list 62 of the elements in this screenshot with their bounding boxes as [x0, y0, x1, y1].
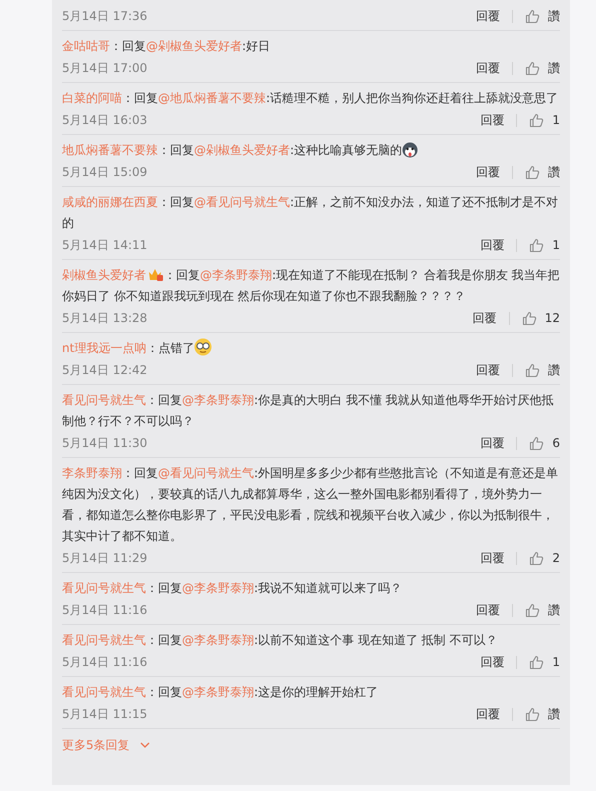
- thumbs-up-icon: [525, 164, 540, 180]
- comment-text: 地瓜焖番薯不要辣：回复@剁椒鱼头爱好者:这种比喻真够无脑的: [62, 140, 560, 161]
- like-button[interactable]: 讚: [525, 362, 560, 378]
- timestamp: 5月14日 17:00: [62, 60, 148, 76]
- like-button[interactable]: 1: [529, 112, 560, 128]
- reply-link[interactable]: 回覆: [480, 654, 504, 670]
- like-button[interactable]: 2: [529, 550, 560, 566]
- timestamp: 5月14日 16:03: [62, 112, 148, 128]
- timestamp: 5月14日 11:30: [62, 434, 148, 452]
- thumbs-up-icon: [529, 654, 544, 670]
- comment-text: 看见问号就生气：回复@李条野泰翔:我说不知道就可以来了吗？: [62, 580, 404, 597]
- comment-text: 金咕咕哥：回复@剁椒鱼头爱好者:好日: [62, 38, 272, 55]
- comment-text: 看见问号就生气：回复@李条野泰翔:这是你的理解开始杠了: [62, 684, 380, 701]
- thumbs-up-icon: [529, 238, 544, 252]
- like-button[interactable]: 讚: [525, 60, 560, 76]
- timestamp: 5月14日 12:42: [62, 362, 148, 378]
- reply-link[interactable]: 回覆: [476, 602, 500, 618]
- like-button[interactable]: 6: [529, 436, 560, 450]
- like-button[interactable]: 讚: [525, 602, 560, 618]
- comment-text: 看见问号就生气：回复@李条野泰翔:以前不知道这个事 现在知道了 抵制 不可以？: [62, 632, 498, 649]
- reply-link[interactable]: 回覆: [476, 8, 500, 24]
- timestamp: 5月14日 14:11: [62, 236, 148, 254]
- timestamp: 5月14日 11:16: [62, 602, 148, 618]
- timestamp: 5月14日 15:09: [62, 164, 148, 180]
- thumbs-up-icon: [529, 112, 544, 128]
- reply-link[interactable]: 回覆: [476, 60, 500, 76]
- thumbs-up-icon: [522, 310, 537, 326]
- chevron-down-icon: [140, 742, 150, 749]
- reply-link[interactable]: 回覆: [476, 164, 500, 180]
- thumbs-up-icon: [525, 8, 540, 24]
- like-button[interactable]: 讚: [525, 8, 560, 24]
- like-button[interactable]: 讚: [525, 164, 560, 180]
- thumbs-up-icon: [529, 550, 544, 566]
- thumbs-up-icon: [525, 706, 540, 722]
- reply-link[interactable]: 回覆: [476, 362, 500, 378]
- timestamp: 5月14日 11:15: [62, 706, 148, 722]
- comment-text: 李条野泰翔：回复@看见问号就生气:外国明星多多少少都有些憨批言论（不知道是有意还是单纯因为没文化），要较真的话八九成都算辱华，这么一整外国电影都别看得了，境外势力一看，都知道怎么整你电影界了，平民没电影看，院线和视频平台收入减少，你以为抵制很牛，其实中计了都不知道。: [62, 465, 560, 545]
- timestamp: 5月14日 17:36: [62, 8, 148, 24]
- comment-text: 看见问号就生气：回复@李条野泰翔:你是真的大明白 我不懂 我就从知道他辱华开始讨厌他抵制他？行不？不可以吗？: [62, 392, 555, 430]
- like-button[interactable]: 讚: [525, 706, 560, 722]
- thumbs-up-icon: [529, 436, 544, 450]
- thumbs-up-icon: [525, 60, 540, 76]
- timestamp: 5月14日 13:28: [62, 310, 148, 326]
- reply-link[interactable]: 回覆: [480, 236, 504, 254]
- like-button[interactable]: 1: [529, 238, 560, 252]
- comment-text: nt理我远一点呐：点错了: [62, 338, 560, 359]
- thumbs-up-icon: [525, 602, 540, 618]
- comment-text: 剁椒鱼头爱好者 ：回复@李条野泰翔:现在知道了不能现在抵制？ 合着我是你朋友 我当年把你妈日了 你不知道跟我玩到现在 然后你现在知道了你也不跟我翻脸？？？？: [62, 266, 560, 305]
- thumbs-up-icon: [525, 362, 540, 378]
- reply-link[interactable]: 回覆: [480, 434, 504, 452]
- comment-text: 咸咸的丽娜在西夏：回复@看见问号就生气:正解，之前不知没办法，知道了还不抵制才是不对的: [62, 194, 560, 232]
- like-button[interactable]: 12: [522, 310, 560, 326]
- like-button[interactable]: 1: [529, 654, 560, 670]
- timestamp: 5月14日 11:16: [62, 654, 148, 670]
- dog-face-icon: [402, 142, 418, 158]
- timestamp: 5月14日 11:29: [62, 550, 148, 566]
- reply-link[interactable]: 回覆: [480, 112, 504, 128]
- reply-link[interactable]: 回覆: [480, 550, 504, 566]
- reply-link[interactable]: 回覆: [476, 706, 500, 722]
- glasses-face-icon: [194, 338, 212, 356]
- reply-link[interactable]: 回覆: [472, 310, 497, 326]
- comment-text: 白菜的阿喵：回复@地瓜焖番薯不要辣:话糙理不糙，别人把你当狗你还赶着往上舔就没意思了: [62, 90, 560, 107]
